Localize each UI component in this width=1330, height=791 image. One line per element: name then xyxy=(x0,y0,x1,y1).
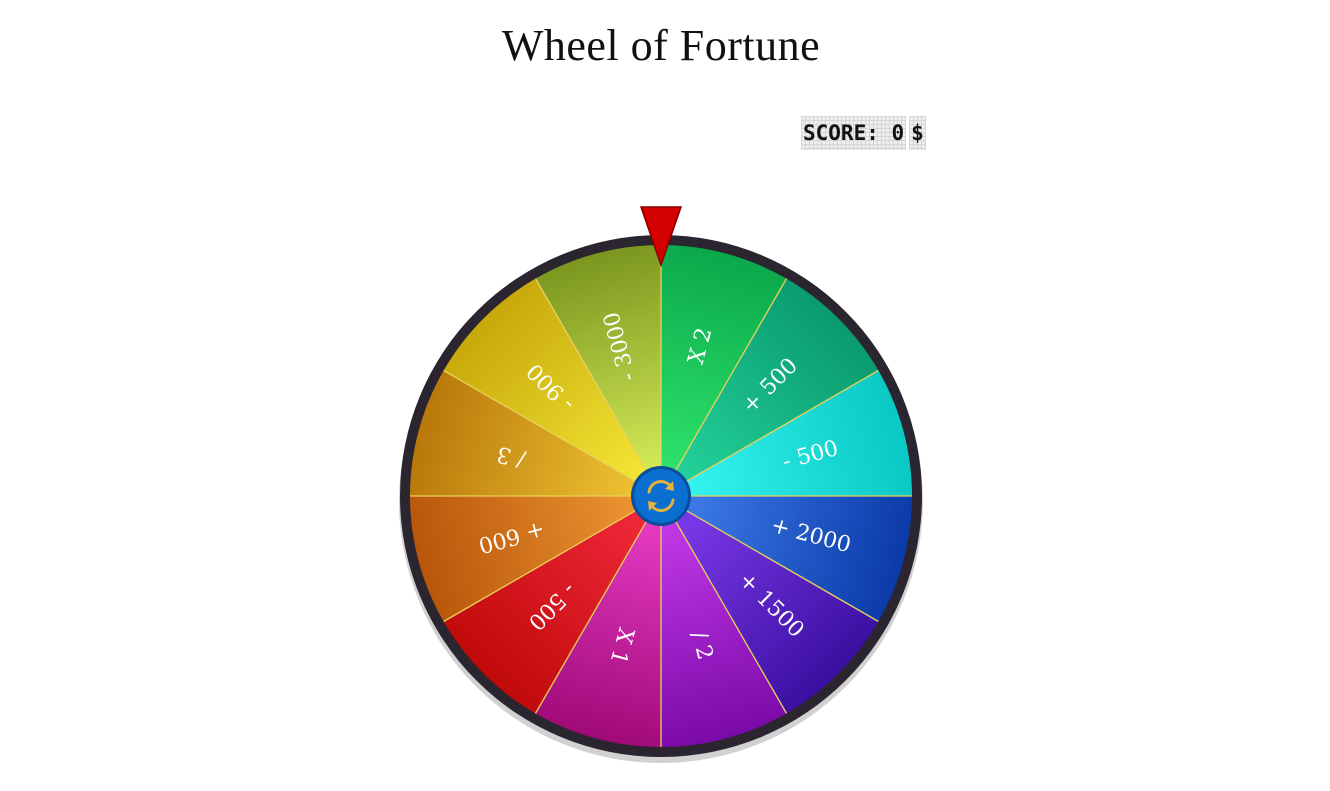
fortune-wheel[interactable]: X 2+ 500- 500+ 2000+ 1500/ 2X 1- 500+ 60… xyxy=(395,195,925,765)
game-screen: Wheel of Fortune SCORE: 0 $ X 2 + 500- 50… xyxy=(0,0,1330,791)
score-currency: $ xyxy=(909,116,926,150)
spin-button-inner xyxy=(634,469,688,523)
score-label: SCORE: 0 xyxy=(801,116,906,150)
score-display: SCORE: 0 $ xyxy=(801,116,926,150)
page-title: Wheel of Fortune xyxy=(501,21,821,70)
spin-button[interactable] xyxy=(631,466,691,526)
